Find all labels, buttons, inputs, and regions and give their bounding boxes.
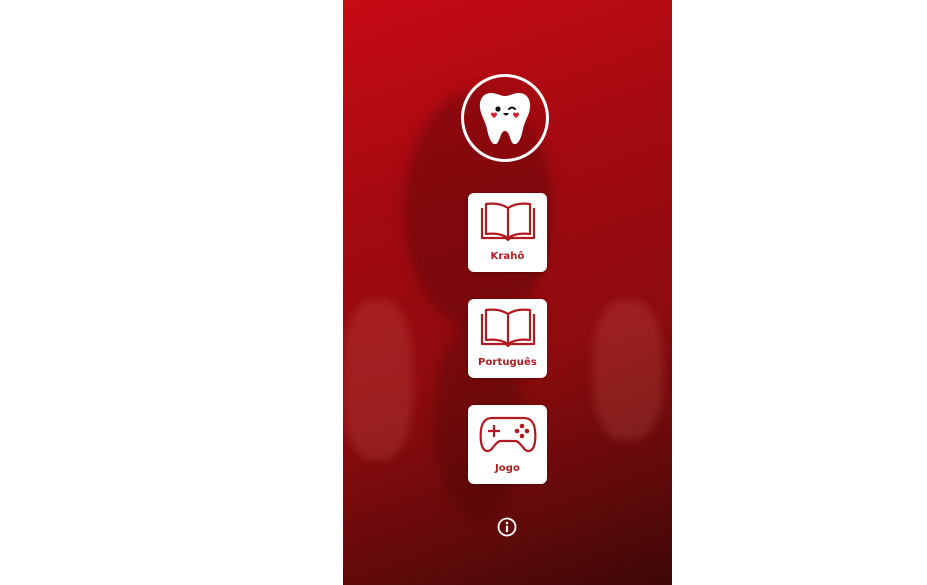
info-icon [497,517,517,537]
background-figure-left [343,300,413,460]
menu-item-label: Português [478,357,537,368]
tooth-mascot-icon [479,93,531,145]
menu-item-portugues[interactable]: Português [468,299,547,378]
open-book-icon [478,200,538,244]
gamepad-icon [478,412,538,456]
app-screen: Krahô Português Jogo [343,0,672,585]
app-logo [461,74,549,162]
info-button[interactable] [497,517,517,537]
menu-item-kraho[interactable]: Krahô [468,193,547,272]
menu-item-label: Jogo [494,463,521,474]
open-book-icon [478,306,538,350]
background-figure-right [593,300,663,440]
menu-item-jogo[interactable]: Jogo [468,405,547,484]
menu-item-label: Krahô [490,251,525,262]
